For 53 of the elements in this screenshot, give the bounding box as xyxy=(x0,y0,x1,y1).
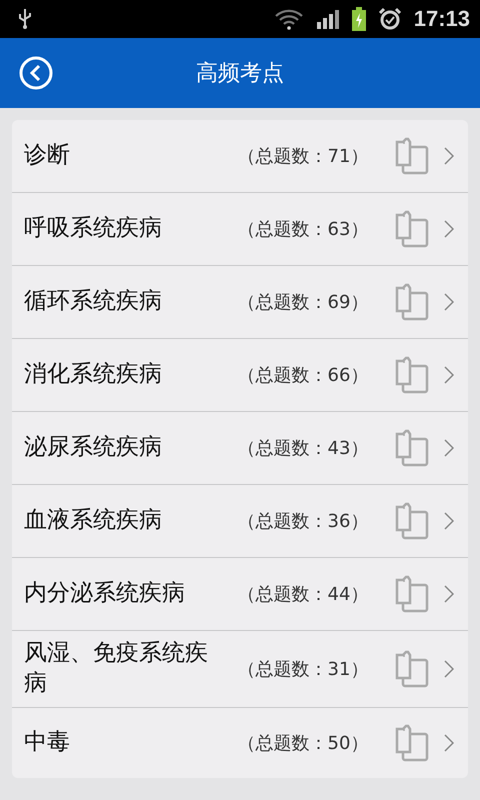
documents-icon xyxy=(394,356,430,394)
question-count: （总题数：43） xyxy=(236,437,370,460)
usb-icon xyxy=(18,8,32,30)
topic-item[interactable]: 内分泌系统疾病 （总题数：44） xyxy=(12,558,468,631)
topic-item[interactable]: 中毒 （总题数：50） xyxy=(12,708,468,778)
topic-name: 中毒 xyxy=(24,728,71,757)
signal-icon xyxy=(316,8,340,30)
chevron-icon xyxy=(444,147,454,165)
question-count: （总题数：36） xyxy=(236,510,370,533)
documents-icon xyxy=(394,650,430,688)
documents-icon xyxy=(394,502,430,540)
question-count: （总题数：71） xyxy=(236,145,370,168)
topic-item[interactable]: 诊断 （总题数：71） xyxy=(12,120,468,193)
question-count: （总题数：31） xyxy=(236,658,370,681)
topic-name: 诊断 xyxy=(24,141,71,170)
chevron-icon xyxy=(444,439,454,457)
topic-name: 风湿、免疫系统疾病 xyxy=(24,639,209,698)
topic-item[interactable]: 消化系统疾病 （总题数：66） xyxy=(12,339,468,412)
chevron-icon xyxy=(444,366,454,384)
documents-icon xyxy=(394,429,430,467)
topic-item[interactable]: 泌尿系统疾病 （总题数：43） xyxy=(12,412,468,485)
topic-item[interactable]: 风湿、免疫系统疾病 （总题数：31） xyxy=(12,631,468,708)
chevron-icon xyxy=(444,660,454,678)
topic-name: 内分泌系统疾病 xyxy=(24,579,186,608)
question-count: （总题数：69） xyxy=(236,291,370,314)
chevron-icon xyxy=(444,293,454,311)
screen-title: 高频考点 xyxy=(196,60,284,88)
topic-name: 消化系统疾病 xyxy=(24,360,163,390)
chevron-icon xyxy=(444,512,454,530)
topic-item[interactable]: 血液系统疾病 （总题数：36） xyxy=(12,485,468,558)
topic-name: 循环系统疾病 xyxy=(24,287,163,316)
topic-item[interactable]: 呼吸系统疾病 （总题数：63） xyxy=(12,193,468,266)
clock-time: 17:13 xyxy=(414,6,470,32)
wifi-icon xyxy=(274,8,304,30)
chevron-icon xyxy=(444,734,454,752)
topic-name: 泌尿系统疾病 xyxy=(24,433,163,462)
question-count: （总题数：63） xyxy=(236,218,370,241)
question-count: （总题数：44） xyxy=(236,583,370,606)
question-count: （总题数：50） xyxy=(236,732,370,755)
documents-icon xyxy=(394,575,430,613)
topic-name: 呼吸系统疾病 xyxy=(24,214,163,244)
question-count: （总题数：66） xyxy=(236,364,370,387)
chevron-icon xyxy=(444,220,454,238)
alarm-icon xyxy=(378,7,402,31)
documents-icon xyxy=(394,210,430,248)
documents-icon xyxy=(394,724,430,762)
topic-item[interactable]: 循环系统疾病 （总题数：69） xyxy=(12,266,468,339)
battery-icon xyxy=(352,7,366,31)
chevron-icon xyxy=(444,585,454,603)
topic-name: 血液系统疾病 xyxy=(24,506,163,536)
documents-icon xyxy=(394,137,430,175)
back-button[interactable] xyxy=(19,56,53,90)
documents-icon xyxy=(394,283,430,321)
